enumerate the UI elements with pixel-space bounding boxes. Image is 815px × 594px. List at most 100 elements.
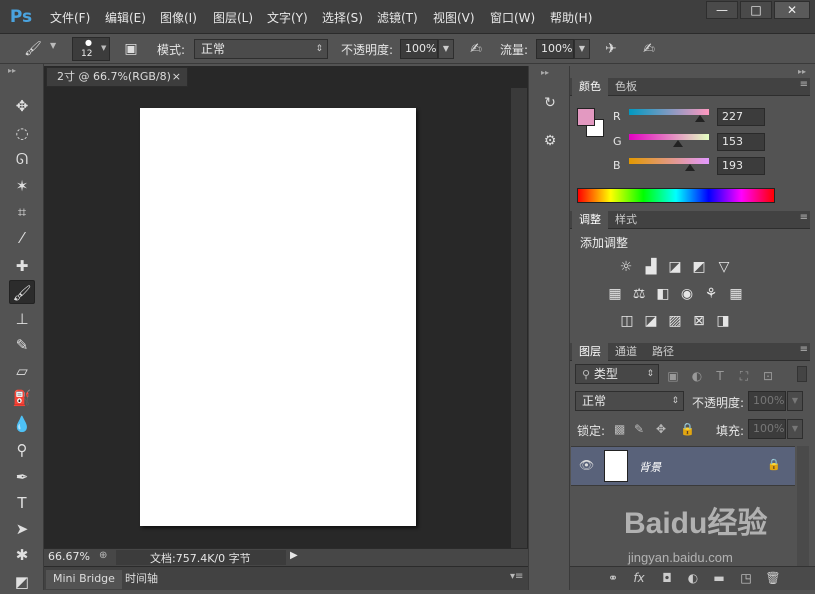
close-tab-icon[interactable]: × [172, 68, 181, 86]
menu-window[interactable]: 窗口(W) [490, 9, 535, 26]
r-input[interactable]: 227 [717, 108, 765, 126]
type-tool-icon[interactable]: T [9, 491, 35, 515]
flow-slider-button[interactable]: ▼ [574, 39, 590, 59]
properties-panel-icon[interactable]: ⚙ [539, 130, 561, 152]
b-slider[interactable] [629, 158, 709, 164]
lock-position-icon[interactable]: ✥ [656, 422, 666, 436]
color-balance-icon[interactable]: ⚖ [630, 285, 648, 303]
play-icon[interactable]: ▶ [290, 550, 298, 561]
magic-wand-tool-icon[interactable]: ✶ [9, 174, 35, 198]
brush-tool-preset-icon[interactable]: 🖌 [22, 38, 44, 60]
lock-transparent-icon[interactable]: ▩ [614, 422, 625, 436]
hue-saturation-icon[interactable]: ▦ [606, 285, 624, 303]
tab-layers[interactable]: 图层 [572, 343, 608, 361]
filter-shape-icon[interactable]: ⛶ [736, 368, 752, 384]
panel-menu-icon[interactable]: ≡ [800, 212, 808, 223]
menu-filter[interactable]: 滤镜(T) [377, 9, 418, 26]
curves-icon[interactable]: ◪ [666, 258, 684, 276]
fill-slider-button[interactable]: ▼ [787, 419, 803, 439]
layer-row[interactable]: 👁 背景 🔒 [571, 446, 795, 486]
collapse-icon[interactable]: ▸▸ [8, 66, 16, 75]
lock-image-icon[interactable]: ✎ [634, 422, 644, 436]
threshold-icon[interactable]: ▨ [666, 312, 684, 330]
menu-layer[interactable]: 图层(L) [213, 9, 253, 26]
channel-mixer-icon[interactable]: ⚘ [702, 285, 720, 303]
filter-toggle[interactable] [797, 366, 807, 382]
lasso-tool-icon[interactable]: ᘏ [9, 147, 35, 171]
fill-input[interactable]: 100% [748, 419, 786, 439]
vertical-scrollbar[interactable] [511, 88, 527, 548]
lock-all-icon[interactable]: 🔒 [680, 422, 695, 436]
g-input[interactable]: 153 [717, 133, 765, 151]
menu-image[interactable]: 图像(I) [160, 9, 197, 26]
panel-menu-icon[interactable]: ▾≡ [510, 571, 523, 582]
color-spectrum-bar[interactable] [577, 188, 775, 203]
posterize-icon[interactable]: ◪ [642, 312, 660, 330]
collapse-icon[interactable]: ▸▸ [798, 67, 806, 76]
pen-tool-icon[interactable]: ✒ [9, 465, 35, 489]
mode-select[interactable]: 正常 ⇕ [194, 39, 328, 59]
close-button[interactable]: ✕ [774, 1, 810, 19]
panel-menu-icon[interactable]: ≡ [800, 344, 808, 355]
menu-type[interactable]: 文字(Y) [267, 9, 308, 26]
tab-timeline[interactable]: 时间轴 [118, 570, 165, 589]
vibrance-icon[interactable]: ▽ [715, 258, 733, 276]
blend-mode-select[interactable]: 正常 ⇕ [575, 391, 684, 411]
brightness-contrast-icon[interactable]: ☼ [617, 258, 635, 276]
foreground-background-icon[interactable]: ◩ [9, 570, 35, 594]
opacity-slider-button[interactable]: ▼ [438, 39, 454, 59]
canvas[interactable] [140, 108, 416, 526]
menu-help[interactable]: 帮助(H) [550, 9, 592, 26]
levels-icon[interactable]: ▟ [642, 258, 660, 276]
tab-swatches[interactable]: 色板 [608, 78, 644, 96]
dodge-tool-icon[interactable]: ⚲ [9, 438, 35, 462]
blur-tool-icon[interactable]: 💧 [9, 412, 35, 436]
filter-adjustment-icon[interactable]: ◐ [689, 368, 705, 384]
zoom-level[interactable]: 66.67% [48, 550, 90, 563]
panel-menu-icon[interactable]: ≡ [800, 79, 808, 90]
layer-filter-select[interactable]: ⚲ 类型 ⇕ [575, 364, 659, 384]
move-tool-icon[interactable]: ✥ [9, 94, 35, 118]
tab-mini-bridge[interactable]: Mini Bridge [46, 570, 122, 589]
healing-brush-tool-icon[interactable]: ✚ [9, 254, 35, 278]
export-icon[interactable]: ⊕ [99, 550, 107, 561]
brush-size-picker[interactable]: ● 12 ▼ [72, 37, 110, 61]
maximize-button[interactable]: □ [740, 1, 772, 19]
flow-input[interactable]: 100% [536, 39, 574, 59]
pressure-opacity-icon[interactable]: ✍ [465, 38, 487, 60]
filter-smart-object-icon[interactable]: ⊡ [760, 368, 776, 384]
g-slider-thumb[interactable] [673, 140, 683, 147]
tab-adjustments[interactable]: 调整 [572, 211, 608, 229]
menu-select[interactable]: 选择(S) [322, 9, 363, 26]
b-slider-thumb[interactable] [685, 164, 695, 171]
tab-styles[interactable]: 样式 [608, 211, 644, 229]
document-tab[interactable]: 2寸 @ 66.7%(RGB/8) × [46, 67, 188, 87]
pressure-size-icon[interactable]: ✍ [638, 38, 660, 60]
color-lookup-icon[interactable]: ▦ [727, 285, 745, 303]
marquee-tool-icon[interactable]: ◌ [9, 121, 35, 145]
layer-name[interactable]: 背景 [639, 459, 661, 475]
expand-icon[interactable]: ▸▸ [541, 68, 549, 77]
layer-opacity-slider-button[interactable]: ▼ [787, 391, 803, 411]
filter-pixel-icon[interactable]: ▣ [665, 368, 681, 384]
crop-tool-icon[interactable]: ⌗ [9, 200, 35, 224]
photo-filter-icon[interactable]: ◉ [678, 285, 696, 303]
path-selection-tool-icon[interactable]: ➤ [9, 517, 35, 541]
tab-channels[interactable]: 通道 [608, 343, 644, 361]
gradient-map-icon[interactable]: ◨ [714, 312, 732, 330]
tab-color[interactable]: 颜色 [572, 78, 608, 96]
menu-file[interactable]: 文件(F) [50, 9, 90, 26]
eyedropper-tool-icon[interactable]: ⁄ [9, 226, 35, 250]
opacity-input[interactable]: 100% [400, 39, 438, 59]
g-slider[interactable] [629, 134, 709, 140]
airbrush-icon[interactable]: ✈ [600, 38, 622, 60]
invert-icon[interactable]: ◫ [618, 312, 636, 330]
black-white-icon[interactable]: ◧ [654, 285, 672, 303]
exposure-icon[interactable]: ◩ [690, 258, 708, 276]
selective-color-icon[interactable]: ⊠ [690, 312, 708, 330]
brush-panel-icon[interactable]: ▣ [120, 38, 142, 60]
r-slider-thumb[interactable] [695, 115, 705, 122]
minimize-button[interactable]: — [706, 1, 738, 19]
brush-tool-icon[interactable]: 🖌 [9, 280, 35, 304]
filter-type-icon[interactable]: T [712, 368, 728, 384]
